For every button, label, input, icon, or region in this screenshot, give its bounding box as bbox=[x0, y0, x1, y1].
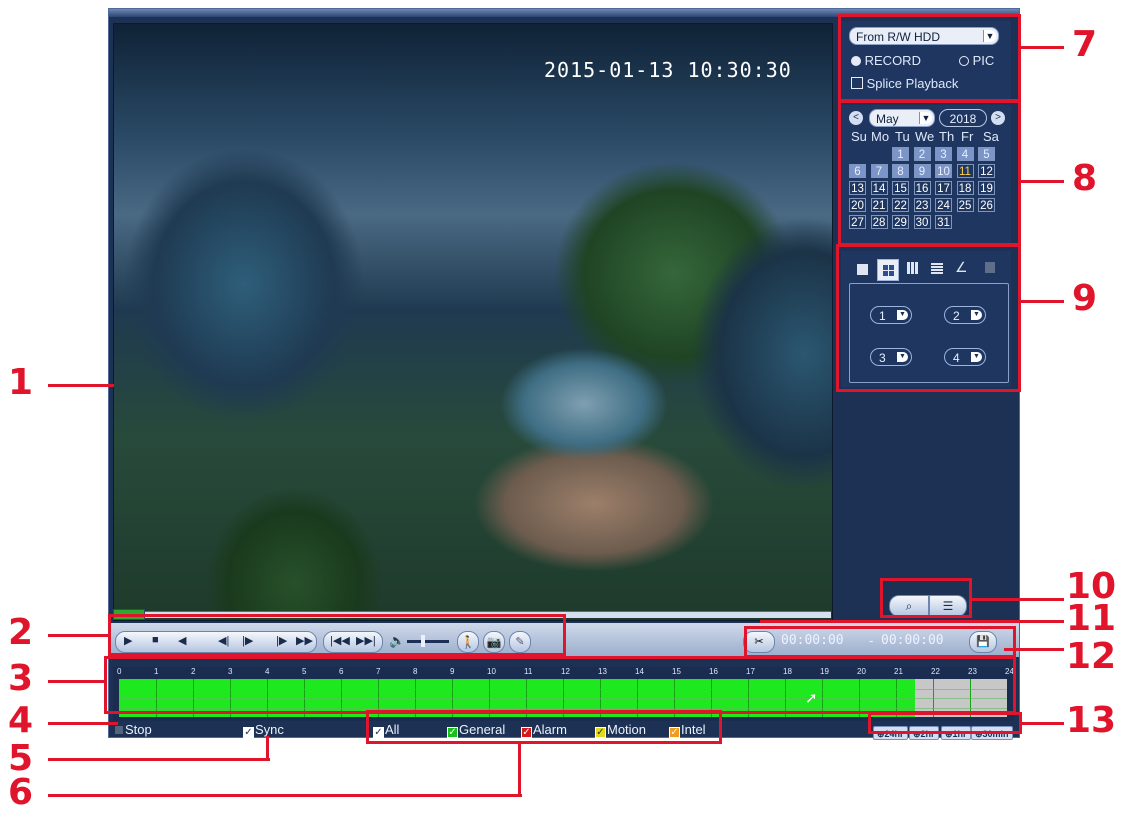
callout-9: 9 bbox=[1072, 278, 1098, 319]
callout-6: 6 bbox=[8, 772, 34, 813]
callout-1: 1 bbox=[8, 362, 34, 403]
leader-line-5 bbox=[48, 758, 270, 761]
callout-box-3 bbox=[104, 656, 1016, 714]
callout-13: 13 bbox=[1066, 700, 1117, 741]
callout-2: 2 bbox=[8, 612, 34, 653]
callout-box-10 bbox=[880, 578, 972, 618]
status-label: Stop bbox=[125, 722, 152, 737]
callout-8: 8 bbox=[1072, 158, 1098, 199]
callout-box-11-12 bbox=[744, 626, 1016, 658]
callout-box-9 bbox=[836, 244, 1021, 392]
leader-line-3 bbox=[48, 680, 106, 683]
callout-box-6 bbox=[366, 710, 722, 744]
leader-line-2 bbox=[48, 634, 110, 637]
check-icon: ✓ bbox=[243, 727, 254, 738]
stop-indicator-icon bbox=[115, 726, 123, 734]
callout-7: 7 bbox=[1072, 24, 1098, 65]
callout-11: 11 bbox=[1066, 598, 1117, 639]
callout-box-8 bbox=[838, 100, 1021, 246]
callout-12: 12 bbox=[1066, 636, 1117, 677]
leader-line-12 bbox=[1004, 648, 1064, 651]
leader-line-6v bbox=[518, 742, 521, 796]
callout-box-2 bbox=[108, 614, 566, 656]
leader-line-13 bbox=[1020, 722, 1064, 725]
leader-line-9 bbox=[1020, 300, 1064, 303]
sync-label: Sync bbox=[255, 722, 284, 737]
callout-4: 4 bbox=[8, 700, 34, 741]
callout-3: 3 bbox=[8, 658, 34, 699]
leader-line-5v bbox=[266, 736, 269, 760]
leader-line-6 bbox=[48, 794, 522, 797]
leader-line-7 bbox=[1020, 46, 1064, 49]
video-display[interactable]: 2015-01-13 10:30:30 bbox=[113, 23, 833, 621]
leader-line-10 bbox=[970, 598, 1064, 601]
leader-line-4 bbox=[48, 722, 118, 725]
leader-line-1 bbox=[48, 384, 114, 387]
sync-checkbox[interactable]: ✓ Sync bbox=[243, 722, 284, 738]
callout-box-7 bbox=[838, 14, 1021, 102]
leader-line-8 bbox=[1020, 180, 1064, 183]
leader-line-11 bbox=[760, 620, 1064, 623]
callout-box-13 bbox=[868, 712, 1022, 734]
video-timestamp: 2015-01-13 10:30:30 bbox=[544, 58, 792, 82]
